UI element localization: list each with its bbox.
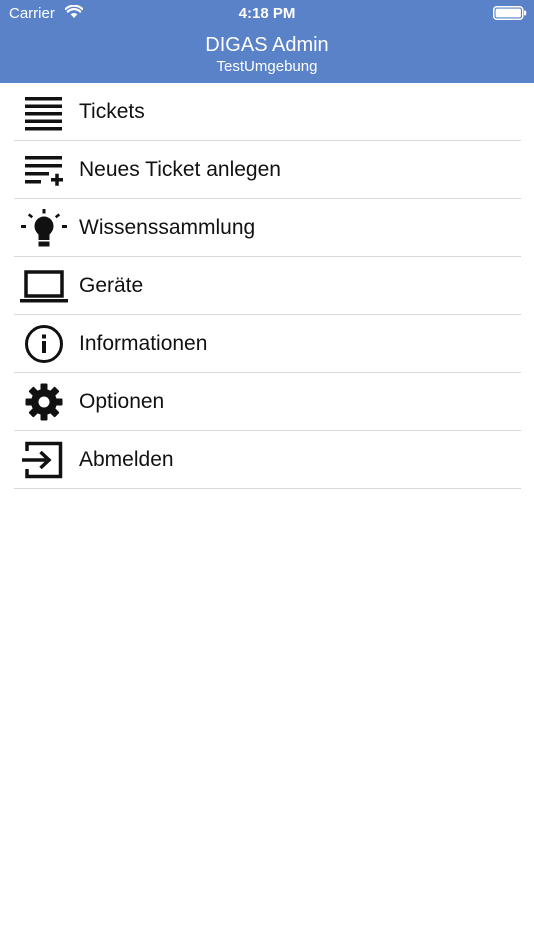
- menu-item-new-ticket[interactable]: Neues Ticket anlegen: [0, 141, 534, 199]
- screen: Carrier 4:18 PM DIGAS Admin TestUmgebung: [0, 0, 534, 950]
- page-title: DIGAS Admin: [205, 34, 329, 56]
- menu-item-tickets[interactable]: Tickets: [0, 83, 534, 141]
- info-icon: [20, 325, 68, 363]
- menu-item-logout[interactable]: Abmelden: [0, 431, 534, 489]
- menu-item-devices[interactable]: Geräte: [0, 257, 534, 315]
- status-time: 4:18 PM: [238, 5, 296, 22]
- menu-item-label: Geräte: [79, 274, 144, 297]
- menu-item-label: Optionen: [79, 390, 165, 413]
- lightbulb-icon: [20, 209, 68, 247]
- menu-item-label: Neues Ticket anlegen: [79, 158, 281, 181]
- menu-item-label: Tickets: [79, 100, 145, 123]
- laptop-icon: [20, 267, 68, 305]
- page-subtitle: TestUmgebung: [216, 58, 318, 75]
- menu-item-options[interactable]: Optionen: [0, 373, 534, 431]
- menu-item-label: Informationen: [79, 332, 208, 355]
- battery-icon: [493, 6, 527, 20]
- main-menu: Tickets Neues Ticket anlegen Wissenssamm…: [0, 83, 534, 489]
- gear-icon: [20, 383, 68, 421]
- menu-item-knowledge-base[interactable]: Wissenssammlung: [0, 199, 534, 257]
- status-bar: Carrier 4:18 PM: [0, 0, 534, 28]
- playlist-add-icon: [20, 151, 68, 189]
- navigation-header: Carrier 4:18 PM DIGAS Admin TestUmgebung: [0, 0, 534, 83]
- menu-item-information[interactable]: Informationen: [0, 315, 534, 373]
- list-icon: [20, 93, 68, 131]
- menu-item-label: Abmelden: [79, 448, 174, 471]
- logout-icon: [20, 441, 68, 479]
- menu-item-label: Wissenssammlung: [79, 216, 256, 239]
